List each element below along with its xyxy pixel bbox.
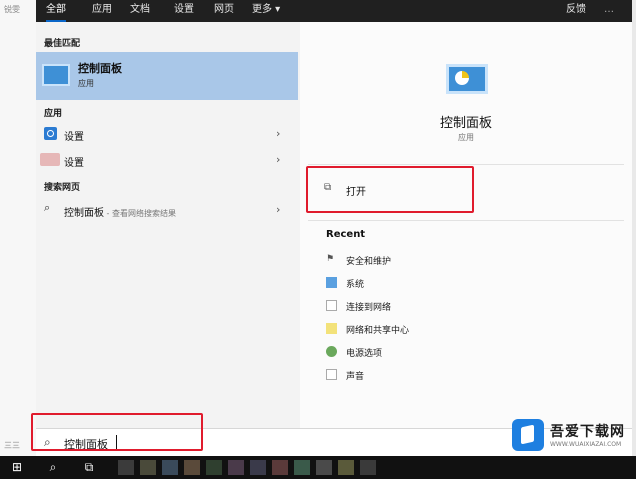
watermark-url: WWW.WUAIXIAZAI.COM bbox=[550, 441, 622, 448]
app-result-label: 设置 bbox=[64, 158, 84, 169]
tab-more[interactable]: 更多 ▾ bbox=[252, 0, 280, 22]
power-icon bbox=[326, 346, 337, 357]
settings-gear-icon bbox=[44, 127, 57, 140]
app-result-label: 设置 bbox=[64, 132, 84, 143]
taskbar-app-icon[interactable] bbox=[140, 460, 156, 475]
control-panel-icon bbox=[42, 64, 70, 86]
recent-item[interactable]: 系统 bbox=[326, 275, 526, 293]
desktop-fragment-top: 锐雯 bbox=[4, 5, 20, 14]
detail-pane: 控制面板 应用 ⧉ 打开 Recent ⚑ 安全和维护 系统 连接到网络 网络和… bbox=[300, 22, 632, 428]
recent-heading: Recent bbox=[326, 229, 366, 240]
taskbar-app-icon[interactable] bbox=[162, 460, 178, 475]
control-panel-large-icon bbox=[446, 64, 488, 94]
recent-item[interactable]: 声音 bbox=[326, 367, 526, 385]
app-result-settings-2[interactable]: 设置 › bbox=[36, 148, 298, 172]
network-center-icon bbox=[326, 323, 337, 334]
recent-item[interactable]: 电源选项 bbox=[326, 344, 526, 362]
tab-settings[interactable]: 设置 bbox=[174, 0, 194, 22]
web-search-label: 控制面板 - 查看网络搜索结果 bbox=[64, 208, 176, 219]
divider bbox=[308, 220, 624, 221]
tab-all[interactable]: 全部 bbox=[46, 0, 66, 22]
taskbar-app-icon[interactable] bbox=[294, 460, 310, 475]
best-match-heading: 最佳匹配 bbox=[44, 39, 81, 49]
desktop-right-strip bbox=[632, 0, 636, 456]
flag-icon: ⚑ bbox=[326, 254, 335, 264]
chevron-right-icon[interactable]: › bbox=[276, 153, 280, 166]
recent-item-label: 电源选项 bbox=[346, 349, 383, 359]
best-match-item[interactable]: 控制面板 应用 bbox=[36, 52, 298, 100]
taskbar-app-icon[interactable] bbox=[360, 460, 376, 475]
taskbar-app-icon[interactable] bbox=[118, 460, 134, 475]
detail-title: 控制面板 bbox=[439, 116, 492, 131]
recent-item[interactable]: ⚑ 安全和维护 bbox=[326, 252, 526, 270]
taskbar-app-icon[interactable] bbox=[228, 460, 244, 475]
recent-item-label: 声音 bbox=[346, 372, 365, 382]
watermark: 吾爱下载网 WWW.WUAIXIAZAI.COM bbox=[508, 415, 634, 455]
chevron-right-icon[interactable]: › bbox=[276, 203, 280, 216]
taskbar-app-icon[interactable] bbox=[338, 460, 354, 475]
sound-icon bbox=[326, 369, 337, 380]
chevron-right-icon[interactable]: › bbox=[276, 127, 280, 140]
search-scope-tabs: 全部 应用 文档 设置 网页 更多 ▾ 反馈 … bbox=[36, 0, 632, 22]
system-icon bbox=[326, 277, 337, 288]
taskbar-apps bbox=[118, 460, 498, 475]
web-search-sub: - 查看网络搜索结果 bbox=[104, 209, 176, 218]
taskbar-search-icon[interactable]: ⌕ bbox=[36, 456, 70, 479]
highlight-open-box bbox=[306, 166, 474, 213]
feedback-button[interactable]: 反馈 bbox=[566, 0, 586, 22]
divider bbox=[308, 164, 624, 165]
web-search-result[interactable]: ⌕ 控制面板 - 查看网络搜索结果 › bbox=[36, 198, 298, 222]
recent-item-label: 安全和维护 bbox=[346, 257, 392, 267]
tab-documents[interactable]: 文档 bbox=[130, 0, 150, 22]
watermark-logo bbox=[512, 419, 544, 451]
more-options-icon[interactable]: … bbox=[604, 0, 614, 22]
taskbar: ⊞ ⌕ ⧉ bbox=[0, 456, 636, 479]
apps-heading: 应用 bbox=[44, 109, 63, 119]
web-search-heading: 搜索网页 bbox=[44, 183, 81, 193]
best-match-title: 控制面板 bbox=[78, 62, 122, 75]
taskbar-app-icon[interactable] bbox=[184, 460, 200, 475]
watermark-title: 吾爱下载网 bbox=[550, 424, 625, 440]
recent-item-label: 连接到网络 bbox=[346, 303, 392, 313]
taskbar-app-icon[interactable] bbox=[316, 460, 332, 475]
highlight-search-box bbox=[31, 413, 203, 451]
search-icon: ⌕ bbox=[44, 201, 51, 214]
recent-item-label: 网络和共享中心 bbox=[346, 326, 410, 336]
settings-pink-icon bbox=[40, 153, 60, 166]
desktop-left-strip: 锐雯 三三 bbox=[0, 0, 36, 456]
taskbar-app-icon[interactable] bbox=[272, 460, 288, 475]
taskbar-app-icon[interactable] bbox=[206, 460, 222, 475]
tab-web[interactable]: 网页 bbox=[214, 0, 234, 22]
app-result-settings[interactable]: 设置 › bbox=[36, 122, 298, 146]
recent-item[interactable]: 连接到网络 bbox=[326, 298, 526, 316]
results-pane: 最佳匹配 控制面板 应用 应用 设置 › 设置 › 搜索网页 ⌕ 控制面板 - … bbox=[36, 22, 300, 428]
taskbar-app-icon[interactable] bbox=[250, 460, 266, 475]
windows-start-icon[interactable]: ⊞ bbox=[0, 456, 34, 479]
detail-subtitle: 应用 bbox=[458, 133, 474, 142]
desktop-fragment-bottom: 三三 bbox=[4, 441, 20, 450]
network-icon bbox=[326, 300, 337, 311]
recent-item-label: 系统 bbox=[346, 280, 365, 290]
best-match-subtitle: 应用 bbox=[78, 79, 94, 88]
recent-item[interactable]: 网络和共享中心 bbox=[326, 321, 526, 339]
tab-apps[interactable]: 应用 bbox=[92, 0, 112, 22]
task-view-icon[interactable]: ⧉ bbox=[72, 456, 106, 479]
